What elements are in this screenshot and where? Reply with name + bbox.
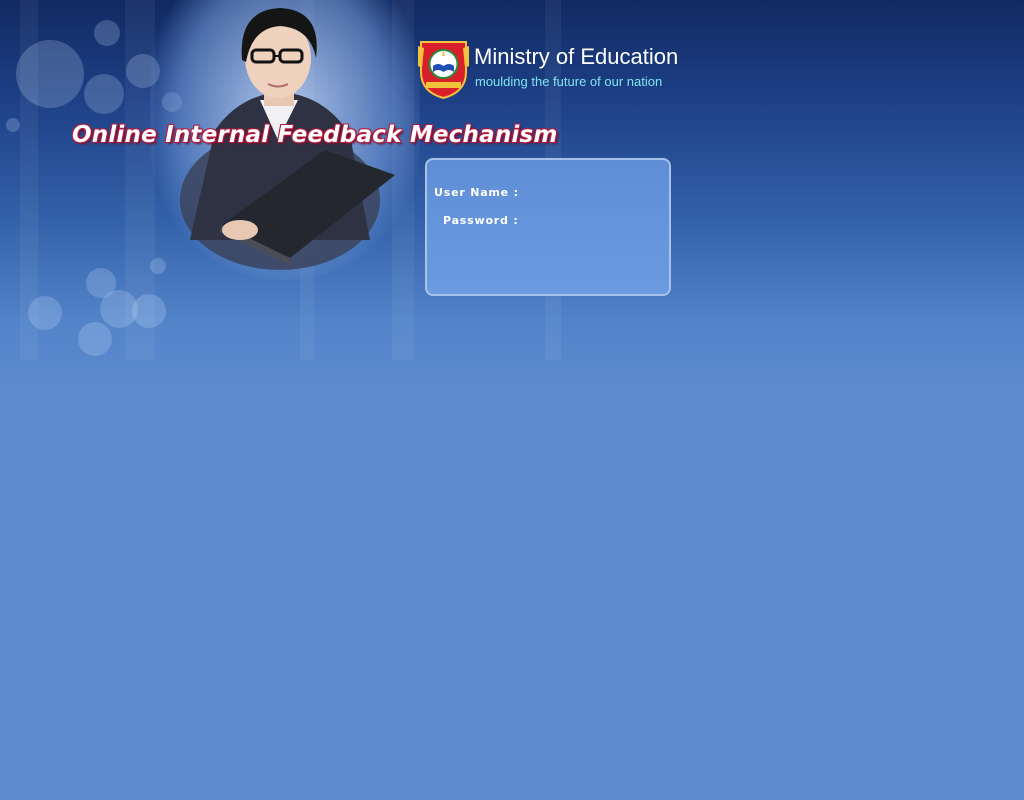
bubble	[94, 20, 120, 46]
username-label: User Name :	[434, 186, 519, 199]
bubble	[6, 118, 20, 132]
password-input[interactable]	[523, 213, 661, 229]
ministry-crest-icon	[418, 41, 469, 100]
org-name: Ministry of Education	[474, 44, 679, 69]
login-panel: User Name : Password :	[425, 158, 671, 296]
bubble	[84, 74, 124, 114]
password-label: Password :	[443, 214, 519, 227]
bubble	[16, 40, 84, 108]
org-tagline: moulding the future of our nation	[475, 74, 663, 89]
bubble	[28, 296, 62, 330]
bubble	[132, 294, 166, 328]
app-title: Online Internal Feedback Mechanism	[72, 122, 558, 148]
bubble	[78, 322, 112, 356]
username-input[interactable]	[523, 185, 661, 201]
